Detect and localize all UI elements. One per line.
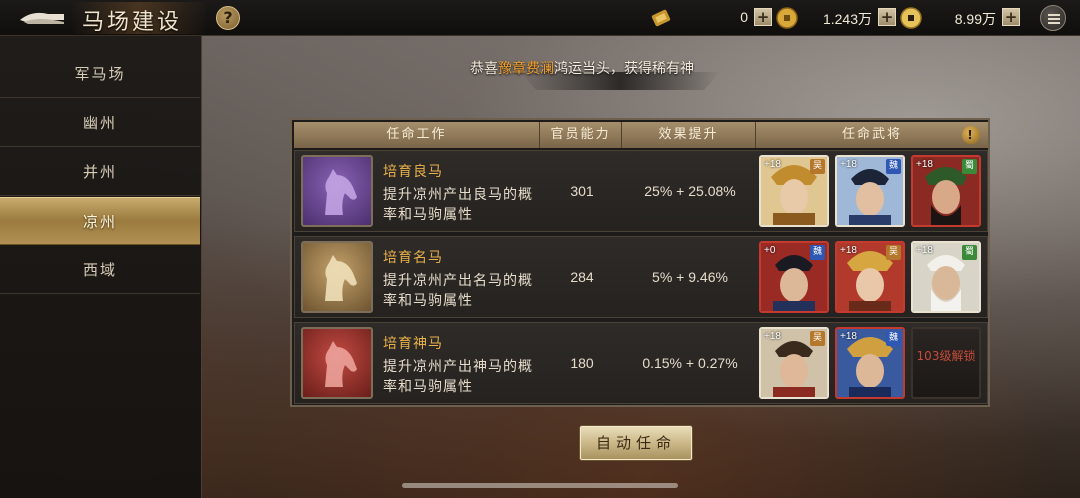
horse-head-icon-purple (301, 155, 373, 227)
general-card[interactable]: +0 魏 (759, 241, 829, 313)
general-bonus: +18 (764, 159, 781, 170)
general-bonus: +18 (840, 245, 857, 256)
resource-copper: 1.243万 + (776, 7, 896, 29)
job-description: 提升凉州产出名马的概率和马驹属性 (383, 273, 533, 309)
table-row: 培育名马 提升凉州产出名马的概率和马驹属性 284 5% + 9.46% +0 … (294, 236, 988, 318)
faction-badge: 蜀 (962, 159, 977, 174)
resource-copper-value: 1.243万 (822, 11, 872, 27)
general-bonus: +18 (916, 159, 933, 170)
horse-head-icon-gold (301, 241, 373, 313)
horse-head-icon-red (301, 327, 373, 399)
faction-badge: 吴 (810, 331, 825, 346)
auto-appoint-button[interactable]: 自动任命 (580, 426, 692, 460)
header-job: 任命工作 (294, 122, 540, 148)
general-card[interactable]: +18 魏 (835, 155, 905, 227)
resource-gold: 8.99万 + (900, 7, 1020, 29)
back-arrow-icon (20, 12, 64, 24)
general-bonus: +18 (764, 331, 781, 342)
help-button[interactable]: ? (216, 6, 240, 30)
faction-badge: 蜀 (962, 245, 977, 260)
announcement-player-name: 豫章费澜 (498, 61, 554, 77)
general-bonus: +18 (840, 331, 857, 342)
general-slots: +18 吴 +18 魏 +18 蜀 (759, 155, 987, 227)
job-name: 培育名马 (383, 250, 443, 266)
header-ability: 官员能力 (540, 122, 622, 148)
faction-badge: 吴 (810, 159, 825, 174)
table-header: 任命工作 官员能力 效果提升 任命武将 ! (294, 122, 988, 148)
add-gold-button[interactable]: + (1002, 8, 1020, 26)
resource-gold-value: 8.99万 (954, 11, 996, 27)
table-row: 培育神马 提升凉州产出神马的概率和马驹属性 180 0.15% + 0.27% … (294, 322, 988, 404)
effect-boost: 5% + 9.46% (652, 269, 728, 285)
general-slots: +18 吴 +18 魏 103级解锁 (759, 327, 987, 399)
sidebar-item-xiyu[interactable]: 西域 (0, 246, 200, 294)
copper-coin-icon (776, 7, 798, 29)
general-card[interactable]: +18 魏 (835, 327, 905, 399)
job-description: 提升凉州产出神马的概率和马驹属性 (383, 359, 533, 395)
appointment-table: 任命工作 官员能力 效果提升 任命武将 ! 培育良马 提升凉州产出良马的概率和马… (290, 118, 990, 407)
table-row: 培育良马 提升凉州产出良马的概率和马驹属性 301 25% + 25.08% +… (294, 150, 988, 232)
general-card[interactable]: +18 蜀 (911, 241, 981, 313)
back-button[interactable] (18, 8, 66, 28)
header-effect: 效果提升 (622, 122, 756, 148)
resource-scroll-value: 0 (740, 9, 748, 25)
general-card[interactable]: +18 吴 (759, 327, 829, 399)
official-ability: 284 (570, 269, 594, 285)
resource-scroll: 0 + (650, 7, 772, 29)
info-warning-icon[interactable]: ! (962, 126, 980, 144)
locked-general-slot: 103级解锁 (911, 327, 981, 399)
announcement-prefix: 恭喜 (470, 61, 498, 77)
job-name: 培育良马 (383, 164, 443, 180)
menu-icon-line (1048, 18, 1060, 20)
menu-icon-line (1048, 22, 1060, 24)
faction-badge: 吴 (886, 245, 901, 260)
general-slots: +0 魏 +18 吴 +18 蜀 (759, 241, 987, 313)
official-ability: 180 (570, 355, 594, 371)
faction-badge: 魏 (810, 245, 825, 260)
job-description: 提升凉州产出良马的概率和马驹属性 (383, 187, 533, 223)
general-bonus: +18 (916, 245, 933, 256)
sidebar-item-bingzhou[interactable]: 并州 (0, 148, 200, 196)
page-title: 马场建设 (82, 10, 183, 35)
announcement-suffix: 鸿运当头，获得稀有神 (554, 61, 694, 77)
general-card[interactable]: +18 吴 (835, 241, 905, 313)
effect-boost: 25% + 25.08% (644, 183, 736, 199)
general-bonus: +18 (840, 159, 857, 170)
region-sidebar: 军马场 幽州 并州 凉州 西域 (0, 36, 202, 498)
general-card[interactable]: +18 吴 (759, 155, 829, 227)
header-generals-label: 任命武将 (841, 127, 902, 142)
faction-badge: 魏 (886, 159, 901, 174)
add-scroll-button[interactable]: + (754, 8, 772, 26)
top-bar: 马场建设 ? 0 + 1.243万 + 8.99万 + (0, 0, 1080, 36)
menu-button[interactable] (1040, 5, 1066, 31)
home-indicator (402, 483, 678, 488)
faction-badge: 魏 (886, 331, 901, 346)
gold-coin-icon (900, 7, 922, 29)
general-bonus: +0 (764, 245, 776, 256)
sidebar-item-youzhou[interactable]: 幽州 (0, 99, 200, 147)
sidebar-item-military-stable[interactable]: 军马场 (0, 50, 200, 98)
scroll-token-icon (651, 9, 671, 27)
effect-boost: 0.15% + 0.27% (642, 355, 738, 371)
add-copper-button[interactable]: + (878, 8, 896, 26)
general-card[interactable]: +18 蜀 (911, 155, 981, 227)
official-ability: 301 (570, 183, 594, 199)
sidebar-item-liangzhou[interactable]: 凉州 (0, 197, 200, 245)
job-name: 培育神马 (383, 336, 443, 352)
announcement-ticker: 恭喜豫章费澜鸿运当头，获得稀有神 (470, 58, 770, 80)
menu-icon-line (1048, 14, 1060, 16)
header-generals: 任命武将 ! (756, 122, 988, 148)
